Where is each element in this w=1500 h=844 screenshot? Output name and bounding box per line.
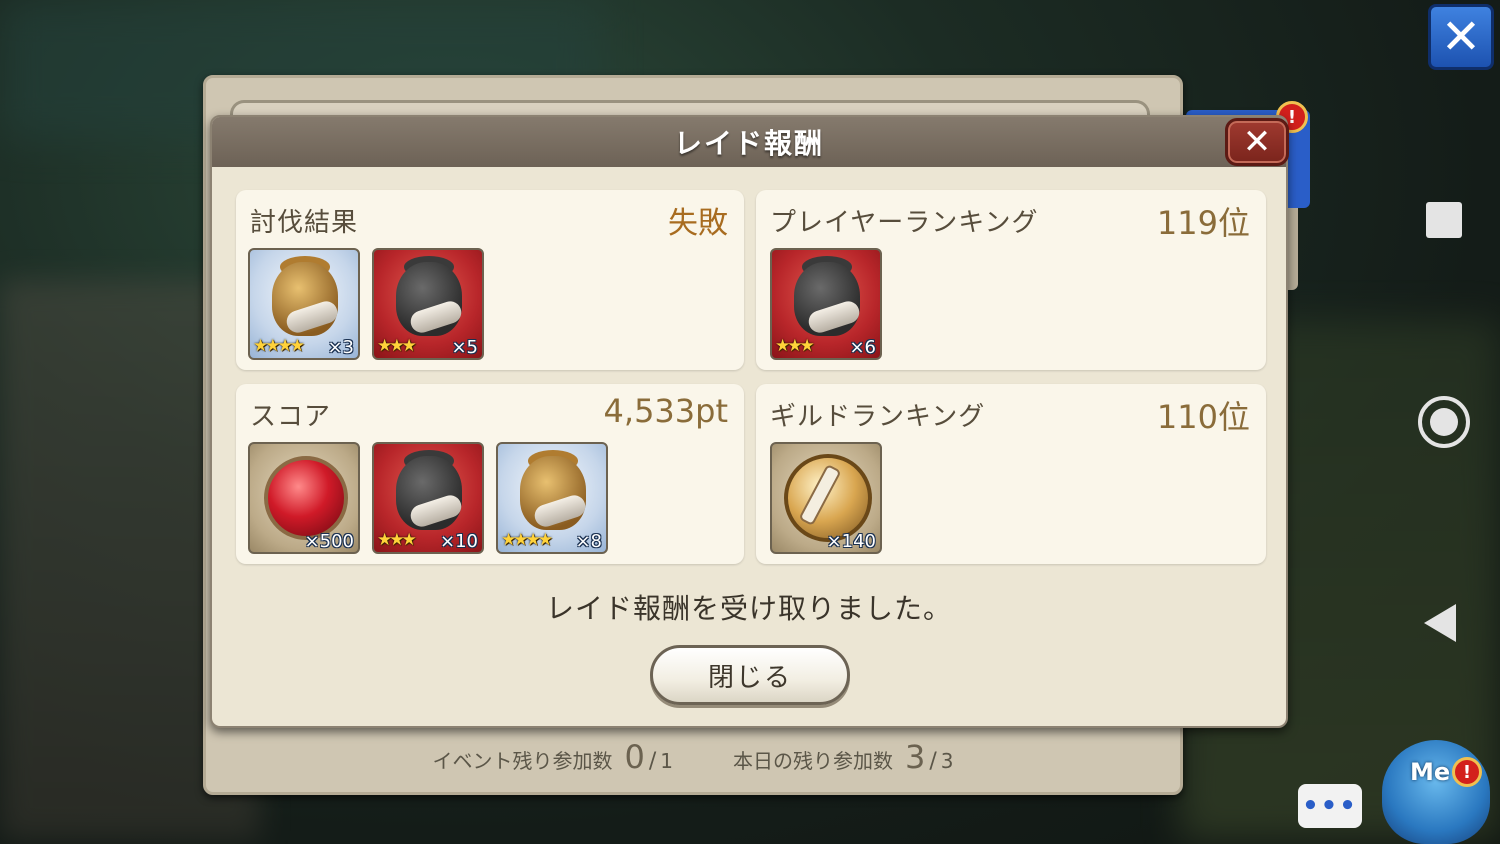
item-quantity: ×5	[451, 337, 478, 358]
rarity-stars: ★★★	[775, 336, 815, 356]
event-remaining: イベント残り参加数 0/1	[432, 738, 673, 776]
daily-remaining: 本日の残り参加数 3/3	[733, 738, 954, 776]
exit-icon[interactable]: ✕	[1428, 4, 1494, 70]
score-title: スコア	[250, 402, 332, 432]
event-remaining-count: 0	[624, 738, 645, 776]
dialog-close-icon[interactable]: ✕	[1225, 118, 1289, 166]
raid-reward-dialog: レイド報酬 ✕ 討伐結果 失敗 ★★★★ ×3 ★★★ ×5 プレイヤーランキン…	[210, 115, 1289, 728]
close-button[interactable]: 閉じる	[650, 645, 850, 705]
guild-ranking-title: ギルドランキング	[770, 402, 986, 432]
battle-result-card: 討伐結果 失敗 ★★★★ ×3 ★★★ ×5	[236, 190, 744, 370]
item-quantity: ×500	[304, 531, 354, 552]
item-quantity: ×3	[327, 337, 354, 358]
guild-ranking-card: ギルドランキング 110位 ×140	[756, 384, 1266, 564]
participation-counts: イベント残り参加数 0/1 本日の残り参加数 3/3	[203, 738, 1183, 780]
daily-remaining-total: 3	[940, 749, 954, 773]
event-remaining-label: イベント残り参加数	[432, 749, 613, 773]
recent-apps-icon[interactable]	[1426, 202, 1462, 238]
reward-item-dark-bag[interactable]: ★★★ ×5	[372, 248, 484, 360]
player-ranking-title: プレイヤーランキング	[770, 208, 1039, 238]
me-mascot-icon[interactable]	[1382, 740, 1490, 844]
home-icon[interactable]	[1418, 396, 1470, 448]
reward-item-red-gem[interactable]: ×500	[248, 442, 360, 554]
daily-remaining-count: 3	[905, 738, 926, 776]
reward-item-gold-medal[interactable]: ×140	[770, 442, 882, 554]
reward-item-gold-bag[interactable]: ★★★★ ×3	[248, 248, 360, 360]
battle-result-value: 失敗	[668, 206, 728, 241]
player-ranking-card: プレイヤーランキング 119位 ★★★ ×6	[756, 190, 1266, 370]
reward-item-dark-bag[interactable]: ★★★ ×6	[770, 248, 882, 360]
rarity-stars: ★★★★	[253, 336, 305, 356]
player-ranking-value: 119位	[1156, 204, 1250, 242]
rarity-stars: ★★★	[377, 530, 417, 550]
chat-icon[interactable]: •••	[1298, 784, 1362, 828]
score-value: 4,533pt	[603, 392, 728, 430]
reward-item-dark-bag[interactable]: ★★★ ×10	[372, 442, 484, 554]
score-card: スコア 4,533pt ×500 ★★★ ×10 ★★★★ ×8	[236, 384, 744, 564]
me-notification-badge: !	[1452, 757, 1482, 787]
item-quantity: ×6	[849, 337, 876, 358]
daily-remaining-label: 本日の残り参加数	[733, 749, 893, 773]
reward-item-gold-bag[interactable]: ★★★★ ×8	[496, 442, 608, 554]
dialog-title: レイド報酬	[673, 127, 824, 160]
battle-result-title: 討伐結果	[250, 208, 359, 238]
rarity-stars: ★★★	[377, 336, 417, 356]
item-quantity: ×8	[575, 531, 602, 552]
event-remaining-total: 1	[660, 749, 673, 773]
received-message: レイド報酬を受け取りました。	[545, 592, 952, 625]
dialog-header: レイド報酬	[212, 117, 1286, 167]
item-quantity: ×10	[440, 531, 478, 552]
item-quantity: ×140	[826, 531, 876, 552]
me-label: Me	[1410, 758, 1451, 786]
guild-ranking-value: 110位	[1156, 398, 1250, 436]
back-icon[interactable]	[1424, 604, 1456, 642]
rarity-stars: ★★★★	[501, 530, 553, 550]
red-gem-icon	[264, 456, 348, 540]
